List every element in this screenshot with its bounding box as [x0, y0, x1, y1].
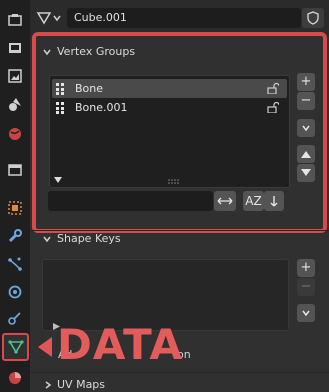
shape-keys-title[interactable]: Shape Keys	[57, 232, 121, 245]
collection-tab[interactable]	[3, 158, 27, 182]
vertex-group-icon	[56, 102, 64, 114]
particles-tab[interactable]	[3, 252, 27, 276]
datablock-header: Cube.001	[30, 0, 329, 36]
double-arrow-icon	[217, 197, 233, 205]
camera-back-icon	[9, 43, 21, 53]
object-tab[interactable]	[3, 196, 27, 220]
output-tab[interactable]	[3, 64, 27, 88]
modifier-tab[interactable]	[3, 224, 27, 248]
tool-icon	[8, 14, 22, 26]
arrow-down-icon	[270, 196, 278, 207]
chevron-down-icon	[302, 125, 310, 132]
add-shape-key-button[interactable]: +	[297, 259, 315, 277]
move-down-button[interactable]	[297, 164, 315, 182]
tool-tab[interactable]	[3, 8, 27, 32]
list-item[interactable]: Bone.001	[52, 98, 287, 117]
annotation-arrow	[38, 337, 52, 357]
mesh-triangle-icon	[7, 340, 24, 354]
physics-tab[interactable]	[3, 280, 27, 304]
filter-toggle-triangle-icon[interactable]	[54, 177, 62, 184]
material-tab[interactable]	[3, 366, 27, 390]
constraints-tab[interactable]	[3, 306, 27, 330]
globe-icon	[9, 128, 21, 140]
datablock-name-field[interactable]: Cube.001	[67, 8, 301, 28]
wrench-icon	[8, 229, 22, 243]
add-vertex-group-button[interactable]: +	[297, 73, 315, 91]
printer-icon	[8, 69, 22, 83]
data-tab[interactable]	[2, 333, 29, 361]
properties-tab-sidebar	[0, 0, 30, 392]
invert-filter-button[interactable]	[214, 191, 236, 211]
remove-shape-key-button[interactable]: −	[297, 278, 315, 296]
chevron-down-icon	[53, 15, 61, 22]
unlock-icon[interactable]	[267, 83, 279, 94]
chevron-down-icon[interactable]	[42, 234, 52, 244]
shield-icon	[307, 11, 319, 25]
move-up-button[interactable]	[297, 145, 315, 163]
filter-search-input[interactable]	[48, 191, 213, 211]
image-stack-icon	[9, 98, 21, 111]
vertex-group-list[interactable]: Bone Bone.001	[49, 75, 290, 188]
specials-menu-button[interactable]	[297, 119, 315, 137]
orbit-icon	[8, 285, 22, 299]
triangle-up-icon	[301, 151, 311, 158]
resize-grip-icon[interactable]	[168, 179, 180, 184]
constraint-icon	[8, 312, 21, 325]
sort-reverse-button[interactable]	[264, 191, 284, 211]
list-item[interactable]: Bone	[52, 79, 287, 98]
triangle-down-icon	[301, 169, 311, 176]
unlock-icon[interactable]	[267, 102, 279, 113]
annotation-label: DATA	[57, 320, 184, 369]
remove-vertex-group-button[interactable]: −	[297, 92, 315, 110]
chevron-down-icon[interactable]	[42, 47, 52, 57]
vertex-groups-title[interactable]: Vertex Groups	[57, 45, 135, 58]
fake-user-button[interactable]	[302, 8, 324, 28]
panel-divider	[30, 230, 329, 231]
material-sphere-icon	[9, 372, 21, 384]
chevron-down-icon	[302, 310, 310, 317]
shape-key-specials-button[interactable]	[297, 304, 315, 322]
world-tab[interactable]	[3, 122, 27, 146]
mesh-triangle-icon	[36, 12, 52, 25]
vertex-group-label: Bone.001	[75, 101, 128, 114]
chevron-right-icon[interactable]	[43, 380, 53, 390]
particles-icon	[8, 257, 22, 271]
mesh-type-selector[interactable]	[36, 8, 66, 28]
sort-alphabetical-button[interactable]: AZ	[243, 191, 264, 211]
panel-divider	[30, 372, 329, 373]
orange-square-icon	[8, 201, 22, 215]
box-icon	[8, 164, 22, 176]
vertex-group-icon	[56, 83, 64, 95]
view-layer-tab[interactable]	[3, 92, 27, 116]
uv-maps-title[interactable]: UV Maps	[57, 378, 105, 391]
render-tab[interactable]	[3, 36, 27, 60]
vertex-group-label: Bone	[75, 82, 104, 95]
